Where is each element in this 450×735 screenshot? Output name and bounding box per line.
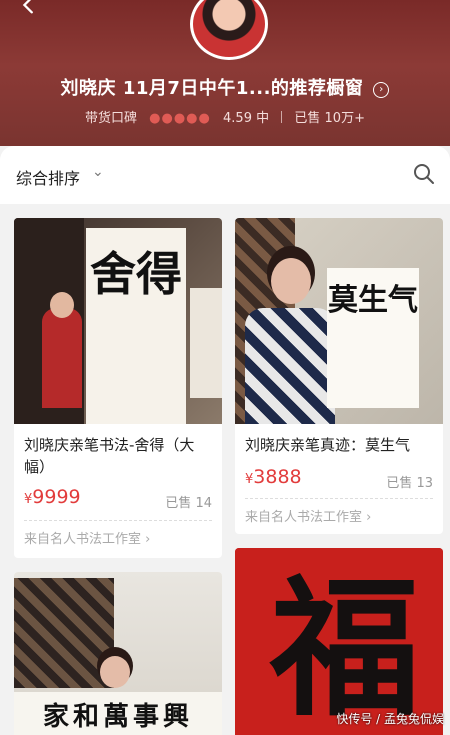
watermark: 快传号 / 孟兔兔侃娱 xyxy=(336,712,444,726)
reputation-stats: 带货口碑 ●●●●● 4.59 中 已售 10万+ xyxy=(0,107,450,126)
page-title[interactable]: 刘晓庆 11月7日中午1...的推荐橱窗 › xyxy=(0,74,450,100)
image-person xyxy=(245,308,335,424)
calligraphy-text: 莫生气 xyxy=(328,283,418,318)
product-card[interactable]: 舍得 刘晓庆亲笔书法-舍得（大幅） ¥9999 已售 14 来自名人书法工作室 … xyxy=(14,218,222,558)
calligraphy-text: 舍得 xyxy=(90,247,182,301)
image-person xyxy=(42,308,82,408)
rating-stars-icon: ●●●●● xyxy=(149,111,211,126)
chevron-down-icon[interactable]: ⌄ xyxy=(92,164,104,180)
product-card[interactable]: 福 xyxy=(235,548,443,735)
divider xyxy=(245,498,433,499)
chevron-right-icon: › xyxy=(366,510,372,525)
chevron-left-icon xyxy=(22,0,33,14)
sold-count: 已售 13 xyxy=(386,476,433,491)
rating-value: 4.59 xyxy=(223,111,252,126)
sold-count: 已售 14 xyxy=(165,496,212,511)
page-title-text: 刘晓庆 11月7日中午1...的推荐橱窗 xyxy=(60,78,364,99)
sold-summary: 已售 10万+ xyxy=(294,111,365,126)
product-price: ¥3888 xyxy=(245,466,302,488)
product-image[interactable]: 莫生气 xyxy=(235,218,443,424)
product-image[interactable]: 福 xyxy=(235,548,443,735)
avatar[interactable] xyxy=(190,0,268,60)
price-value: 9999 xyxy=(32,486,81,508)
calligraphy-scroll: 舍得 xyxy=(86,228,186,424)
search-icon[interactable] xyxy=(412,162,436,186)
product-card[interactable]: 家和萬事興 xyxy=(14,572,222,735)
calligraphy-text: 家和萬事興 xyxy=(42,702,193,732)
product-image[interactable]: 舍得 xyxy=(14,218,222,424)
calligraphy-paper: 莫生气 xyxy=(327,268,419,408)
image-scroll-right xyxy=(190,288,222,398)
chevron-right-circle-icon: › xyxy=(373,82,390,98)
calligraphy-text: 福 xyxy=(269,561,420,735)
shop-name: 来自名人书法工作室 xyxy=(24,532,142,547)
image-face xyxy=(271,258,311,304)
shop-header: ••• 刘晓庆 11月7日中午1...的推荐橱窗 › 带货口碑 ●●●●● 4.5… xyxy=(0,0,450,146)
product-name[interactable]: 刘晓庆亲笔真迹：莫生气 xyxy=(245,434,430,456)
image-face xyxy=(100,656,130,688)
divider xyxy=(24,520,212,521)
product-price: ¥9999 xyxy=(24,486,81,508)
shop-link[interactable]: 来自名人书法工作室 › xyxy=(24,528,150,547)
reputation-label: 带货口碑 xyxy=(85,111,138,126)
sort-bar: 综合排序 ⌄ xyxy=(0,146,450,204)
sort-dropdown[interactable]: 综合排序 xyxy=(16,165,80,189)
calligraphy-banner: 家和萬事興 xyxy=(14,692,222,735)
more-options-icon[interactable]: ••• xyxy=(404,0,443,14)
product-name[interactable]: 刘晓庆亲笔书法-舍得（大幅） xyxy=(24,434,209,478)
shop-name: 来自名人书法工作室 xyxy=(245,510,363,525)
divider xyxy=(281,111,283,123)
rating-level: 中 xyxy=(256,111,270,126)
product-card[interactable]: 莫生气 刘晓庆亲笔真迹：莫生气 ¥3888 已售 13 来自名人书法工作室 › xyxy=(235,218,443,534)
chevron-right-icon: › xyxy=(145,532,151,547)
back-button[interactable] xyxy=(18,0,48,16)
product-image[interactable]: 家和萬事興 xyxy=(14,572,222,735)
image-face xyxy=(50,292,74,318)
image-curtain xyxy=(14,578,114,688)
shop-link[interactable]: 来自名人书法工作室 › xyxy=(245,506,371,525)
price-value: 3888 xyxy=(253,466,302,488)
